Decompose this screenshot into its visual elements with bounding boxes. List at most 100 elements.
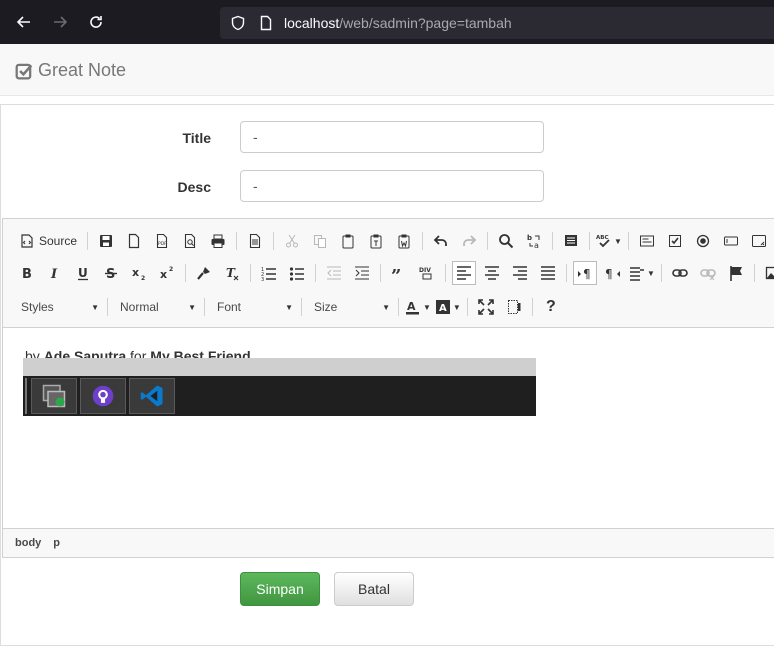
styles-dropdown[interactable]: Styles ▼ (13, 295, 103, 319)
url-text: localhost/web/sadmin?page=tambah (284, 15, 512, 31)
paste-text-button[interactable] (364, 229, 388, 253)
paintbrush-icon (197, 267, 210, 280)
brand-link[interactable]: Great Note (15, 60, 126, 81)
svg-text:T: T (226, 266, 236, 280)
anchor-button[interactable] (724, 261, 748, 285)
spellcheck-button[interactable]: ABC ▼ (596, 229, 622, 253)
browser-toolbar: localhost/web/sadmin?page=tambah (0, 0, 774, 44)
ltr-button[interactable]: ¶ (573, 261, 597, 285)
paste-word-button[interactable] (392, 229, 416, 253)
format-dropdown[interactable]: Normal ▼ (112, 295, 200, 319)
paste-button[interactable] (336, 229, 360, 253)
outdent-button[interactable] (322, 261, 346, 285)
unlink-button[interactable] (696, 261, 720, 285)
image-icon (765, 266, 774, 280)
remove-format-button[interactable]: T (220, 261, 244, 285)
help-button[interactable]: ? (539, 295, 563, 319)
toolbar-row-1: Source PDF ba ABC ▼ (13, 227, 774, 255)
svg-text:2: 2 (141, 275, 145, 281)
save-button[interactable]: Simpan (240, 572, 320, 606)
forward-button[interactable] (46, 8, 74, 36)
find-button[interactable] (494, 229, 518, 253)
copy-format-button[interactable] (192, 261, 216, 285)
cut-button[interactable] (280, 229, 304, 253)
language-button[interactable]: ▼ (629, 261, 655, 285)
url-host: localhost (284, 15, 340, 31)
new-page-button[interactable] (122, 229, 146, 253)
justify-icon (541, 266, 555, 280)
align-right-button[interactable] (508, 261, 532, 285)
preview-icon (184, 233, 196, 249)
undo-icon (433, 235, 447, 246)
indent-button[interactable] (350, 261, 374, 285)
link-button[interactable] (668, 261, 692, 285)
print-button[interactable] (206, 229, 230, 253)
floppy-icon (100, 235, 113, 247)
blockquote-button[interactable]: ” (387, 261, 411, 285)
toolbar-row-3: Styles ▼ Normal ▼ Font ▼ Size ▼ A ▼ A ▼ ? (13, 293, 565, 321)
rtl-button[interactable]: ¶ (601, 261, 625, 285)
strikethrough-button[interactable]: S (99, 261, 123, 285)
background-color-button[interactable]: A ▼ (435, 295, 461, 319)
underline-button[interactable]: U (71, 261, 95, 285)
chevron-down-icon: ▼ (285, 302, 293, 312)
textarea-button[interactable] (747, 229, 771, 253)
div-container-button[interactable]: DIV (415, 261, 439, 285)
select-all-button[interactable] (559, 229, 583, 253)
size-dropdown[interactable]: Size ▼ (306, 295, 394, 319)
reload-icon (90, 16, 102, 28)
toolbar-separator (236, 232, 238, 250)
font-dropdown[interactable]: Font ▼ (209, 295, 297, 319)
show-blocks-button[interactable] (502, 295, 526, 319)
italic-button[interactable]: I (43, 261, 67, 285)
export-pdf-button[interactable]: PDF (150, 229, 174, 253)
numbered-list-button[interactable]: 123 (257, 261, 281, 285)
print-icon (211, 234, 225, 248)
checkbox-button[interactable] (663, 229, 687, 253)
desc-input[interactable]: - (240, 170, 544, 202)
bold-button[interactable]: B (15, 261, 39, 285)
svg-text:x: x (160, 268, 167, 281)
toolbar-separator (380, 264, 381, 282)
replace-button[interactable]: ba (522, 229, 546, 253)
text-color-button[interactable]: A ▼ (405, 295, 431, 319)
redo-button[interactable] (457, 229, 481, 253)
copy-button[interactable] (308, 229, 332, 253)
remove-format-icon: T (226, 266, 239, 281)
superscript-button[interactable]: x2 (155, 261, 179, 285)
path-item-body[interactable]: body (15, 537, 41, 549)
svg-text:I: I (50, 267, 58, 281)
reload-button[interactable] (82, 8, 110, 36)
justify-button[interactable] (536, 261, 560, 285)
preview-button[interactable] (178, 229, 202, 253)
styles-dropdown-value: Styles (21, 300, 54, 314)
back-button[interactable] (10, 8, 38, 36)
address-bar[interactable]: localhost/web/sadmin?page=tambah (220, 7, 774, 39)
save-toolbar-button[interactable] (94, 229, 118, 253)
source-button[interactable]: Source (15, 229, 81, 253)
image-button[interactable] (761, 261, 774, 285)
radio-button[interactable] (691, 229, 715, 253)
cancel-button[interactable]: Batal (334, 572, 414, 606)
maximize-button[interactable] (474, 295, 498, 319)
toolbar-separator (422, 232, 424, 250)
align-center-button[interactable] (480, 261, 504, 285)
radio-icon (696, 234, 710, 248)
bulleted-list-button[interactable] (285, 261, 309, 285)
undo-button[interactable] (429, 229, 453, 253)
align-left-button[interactable] (452, 261, 476, 285)
text-field-button[interactable] (719, 229, 743, 253)
path-item-p[interactable]: p (53, 537, 60, 549)
page-icon (258, 15, 274, 31)
format-dropdown-value: Normal (120, 300, 159, 314)
url-path: /web/sadmin?page=tambah (339, 15, 512, 31)
title-input[interactable]: - (240, 121, 544, 153)
source-icon (21, 234, 33, 248)
scissors-icon (286, 234, 299, 248)
editor-content-area[interactable]: by Ade Saputra for My Best Friend (3, 328, 774, 528)
templates-button[interactable] (243, 229, 267, 253)
subscript-button[interactable]: x2 (127, 261, 151, 285)
embedded-taskbar-image[interactable] (23, 358, 536, 416)
form-button[interactable] (635, 229, 659, 253)
toolbar-separator (487, 232, 489, 250)
